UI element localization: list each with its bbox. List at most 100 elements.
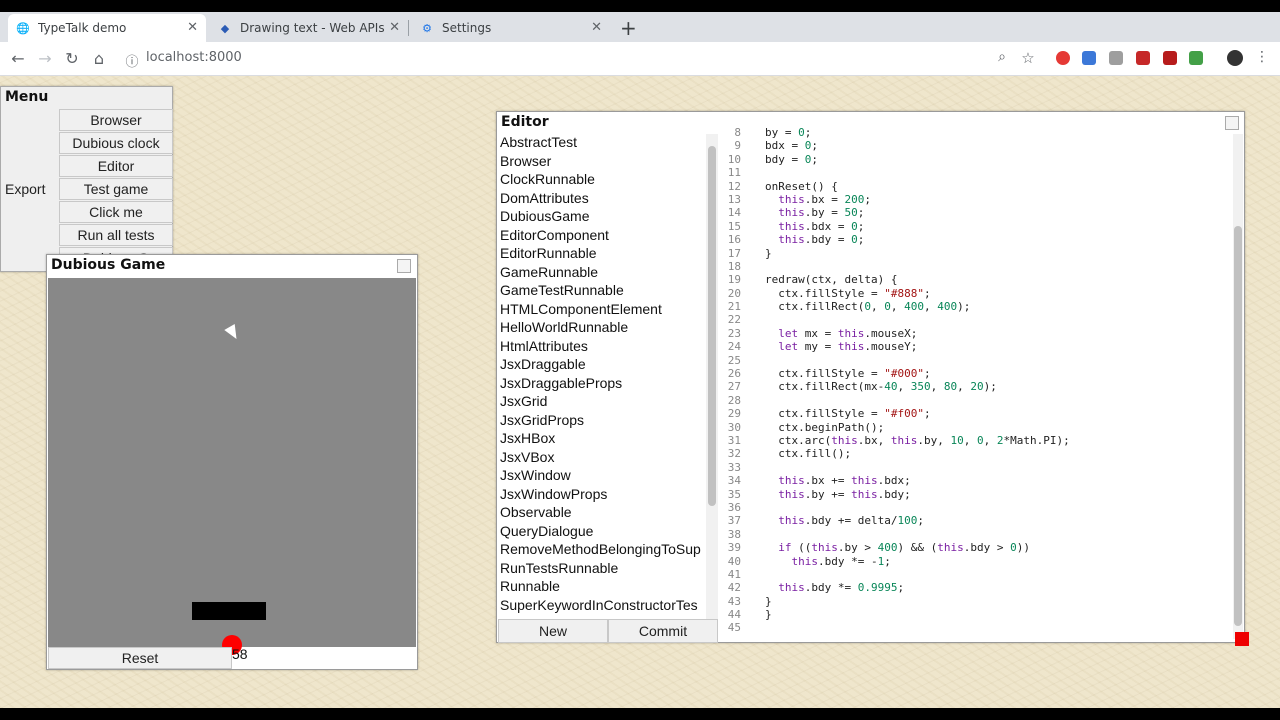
commit-button[interactable]: Commit <box>608 619 718 643</box>
reload-icon[interactable]: ↻ <box>62 49 82 68</box>
class-list-item[interactable]: GameRunnable <box>498 264 706 283</box>
resize-handle[interactable] <box>1235 632 1249 646</box>
close-tab-icon[interactable]: ✕ <box>187 20 198 35</box>
camera-extension-icon[interactable] <box>1109 51 1123 65</box>
menu-dots-icon[interactable]: ⋮ <box>1252 49 1272 65</box>
line-number: 21 <box>727 300 741 314</box>
class-list-item[interactable]: RunTestsRunnable <box>498 560 706 579</box>
class-list-item[interactable]: JsxDraggableProps <box>498 375 706 394</box>
dubious-clock-button[interactable]: Dubious clock <box>59 132 173 154</box>
tab-settings[interactable]: ⚙ Settings ✕ <box>412 14 610 42</box>
line-number: 20 <box>727 286 741 300</box>
scrollbar-thumb[interactable] <box>1234 226 1242 626</box>
code-line: 9 bdx = 0; <box>719 139 1231 152</box>
code-text: ctx.fillStyle = "#888"; <box>765 286 931 300</box>
extension-blue-icon[interactable] <box>1082 51 1096 65</box>
bookmark-star-icon[interactable]: ☆ <box>1018 49 1038 67</box>
code-line: 18 <box>719 260 1231 273</box>
class-list-scrollbar[interactable] <box>706 134 718 619</box>
class-list-item[interactable]: GameTestRunnable <box>498 282 706 301</box>
class-list-item[interactable]: JsxDraggable <box>498 356 706 375</box>
code-text: ctx.fillStyle = "#000"; <box>765 367 931 381</box>
class-list-item[interactable]: DomAttributes <box>498 190 706 209</box>
line-number: 13 <box>727 192 741 206</box>
code-line: 11 <box>719 166 1231 179</box>
code-text: this.bx += this.bdx; <box>778 474 911 488</box>
home-icon[interactable]: ⌂ <box>89 49 109 68</box>
zoom-icon[interactable]: ⌕ <box>992 49 1012 65</box>
address-bar[interactable]: localhost:8000 <box>146 50 242 65</box>
ublock-icon[interactable] <box>1163 51 1177 65</box>
class-list-item[interactable]: EditorComponent <box>498 227 706 246</box>
info-icon[interactable]: ⓘ <box>122 51 142 70</box>
class-list-item[interactable]: SuperKeywordInConstructorTes <box>498 597 706 616</box>
browser-button[interactable]: Browser <box>59 109 173 131</box>
code-line: 30 ctx.beginPath(); <box>719 421 1231 434</box>
class-list: AbstractTest Browser ClockRunnable DomAttri… <box>498 134 718 619</box>
browser-window: 🌐 TypeTalk demo ✕ ◆ Drawing text - Web A… <box>0 12 1280 708</box>
run-all-tests-button[interactable]: Run all tests <box>59 224 173 246</box>
class-list-item[interactable]: JsxGridProps <box>498 412 706 431</box>
close-tab-icon[interactable]: ✕ <box>389 20 400 35</box>
class-list-item[interactable]: ClockRunnable <box>498 171 706 190</box>
code-line: 31 ctx.arc(this.bx, this.by, 10, 0, 2*Ma… <box>719 434 1231 447</box>
profile-avatar[interactable] <box>1227 50 1243 66</box>
line-number: 32 <box>727 447 741 461</box>
code-line: 26 ctx.fillStyle = "#000"; <box>719 367 1231 380</box>
extension-green-icon[interactable] <box>1189 51 1203 65</box>
code-line: 45 <box>719 621 1231 634</box>
extension-red-icon[interactable] <box>1056 51 1070 65</box>
class-list-item[interactable]: HelloWorldRunnable <box>498 319 706 338</box>
shield-extension-icon[interactable] <box>1136 51 1150 65</box>
new-button[interactable]: New <box>498 619 608 643</box>
class-list-item[interactable]: HTMLComponentElement <box>498 301 706 320</box>
class-list-item[interactable]: Observable <box>498 504 706 523</box>
class-list-item[interactable]: JsxVBox <box>498 449 706 468</box>
browser-toolbar: ← → ↻ ⌂ ⓘ localhost:8000 ⌕ ☆ ⋮ <box>0 42 1280 76</box>
class-list-item[interactable]: EditorRunnable <box>498 245 706 264</box>
class-list-item[interactable]: JsxWindow <box>498 467 706 486</box>
code-text: } <box>765 594 772 608</box>
tab-typetalk-demo[interactable]: 🌐 TypeTalk demo ✕ <box>8 14 206 42</box>
class-list-item[interactable]: QueryDialogue <box>498 523 706 542</box>
globe-icon: 🌐 <box>16 21 30 35</box>
window-maximize-icon[interactable] <box>397 259 411 273</box>
code-text: } <box>765 608 772 622</box>
click-me-button[interactable]: Click me <box>59 201 173 223</box>
line-number: 17 <box>727 246 741 260</box>
class-list-item[interactable]: JsxGrid <box>498 393 706 412</box>
tab-drawing-text[interactable]: ◆ Drawing text - Web APIs | ✕ <box>210 14 408 42</box>
class-list-item[interactable]: RemoveMethodBelongingToSup <box>498 541 706 560</box>
tab-label: Settings <box>442 21 492 35</box>
scrollbar-thumb[interactable] <box>708 146 716 506</box>
code-text: this.bx = 200; <box>778 192 871 206</box>
code-line: 8 by = 0; <box>719 126 1231 139</box>
class-list-item[interactable]: Runnable <box>498 578 706 597</box>
class-list-item[interactable]: Browser <box>498 153 706 172</box>
editor-button[interactable]: Editor <box>59 155 173 177</box>
line-number: 38 <box>727 527 741 541</box>
forward-icon[interactable]: → <box>35 49 55 68</box>
class-list-item[interactable]: DubiousGame <box>498 208 706 227</box>
class-list-item[interactable]: JsxWindowProps <box>498 486 706 505</box>
line-number: 25 <box>727 353 741 367</box>
test-game-button[interactable]: Test game <box>59 178 173 200</box>
code-line: 20 ctx.fillStyle = "#888"; <box>719 287 1231 300</box>
code-editor[interactable]: 8 by = 0; 9 bdx = 0; 10 bdy = 0; 11 12 onReset()… <box>719 126 1231 640</box>
class-list-item[interactable]: AbstractTest <box>498 134 706 153</box>
gear-icon: ⚙ <box>422 21 432 35</box>
code-text: redraw(ctx, delta) { <box>765 273 898 287</box>
line-number: 29 <box>727 407 741 421</box>
close-tab-icon[interactable]: ✕ <box>591 20 602 35</box>
new-tab-button[interactable]: + <box>620 16 637 40</box>
class-list-item[interactable]: JsxHBox <box>498 430 706 449</box>
menu-title: Menu <box>5 89 49 105</box>
back-icon[interactable]: ← <box>8 49 28 68</box>
class-list-item[interactable]: HtmlAttributes <box>498 338 706 357</box>
export-label[interactable]: Export <box>5 181 45 197</box>
code-scrollbar[interactable] <box>1233 134 1243 639</box>
reset-button[interactable]: Reset <box>48 647 232 669</box>
